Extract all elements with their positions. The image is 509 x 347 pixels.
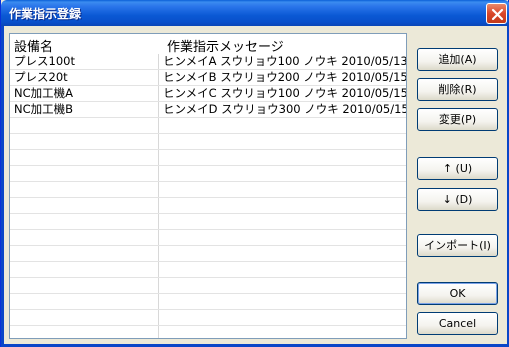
list-item[interactable] (10, 150, 406, 166)
list-item[interactable] (10, 134, 406, 150)
list-item[interactable] (10, 198, 406, 214)
list-item[interactable] (10, 230, 406, 246)
message-cell: ヒンメイD スウリョウ300 ノウキ 2010/05/15 (163, 102, 407, 116)
ok-button[interactable]: OK (417, 282, 498, 305)
equipment-cell: プレス20t (14, 70, 68, 84)
close-icon (491, 8, 504, 21)
column-header-message[interactable]: 作業指示メッセージ (167, 36, 284, 55)
instruction-list[interactable]: 設備名 作業指示メッセージ プレス100t ヒンメイA スウリョウ100 ノウキ … (9, 33, 407, 339)
list-rows: プレス100t ヒンメイA スウリョウ100 ノウキ 2010/05/13 プレス2… (10, 54, 406, 338)
import-button[interactable]: インポート(I) (417, 234, 498, 257)
list-item[interactable] (10, 118, 406, 134)
message-cell: ヒンメイA スウリョウ100 ノウキ 2010/05/13 (163, 54, 407, 68)
list-item[interactable] (10, 182, 406, 198)
message-cell: ヒンメイC スウリョウ100 ノウキ 2010/05/15 (163, 86, 407, 100)
add-button[interactable]: 追加(A) (417, 48, 498, 71)
title-bar[interactable]: 作業指示登録 (1, 0, 509, 26)
cancel-button[interactable]: Cancel (417, 312, 498, 335)
dialog-window: 作業指示登録 設備名 作業指示メッセージ プレス100t ヒンメイA スウリョウ1… (0, 0, 509, 347)
equipment-cell: NC加工機B (14, 102, 74, 116)
list-item[interactable]: NC加工機A ヒンメイC スウリョウ100 ノウキ 2010/05/15 (10, 86, 406, 102)
list-item[interactable] (10, 278, 406, 294)
list-item[interactable]: プレス20t ヒンメイB スウリョウ200 ノウキ 2010/05/15 (10, 70, 406, 86)
list-item[interactable] (10, 294, 406, 310)
list-item[interactable] (10, 262, 406, 278)
equipment-cell: NC加工機A (14, 86, 73, 100)
move-down-button[interactable]: ↓ (D) (417, 188, 498, 211)
list-item[interactable] (10, 310, 406, 326)
list-item[interactable] (10, 246, 406, 262)
list-item[interactable] (10, 166, 406, 182)
list-item[interactable]: プレス100t ヒンメイA スウリョウ100 ノウキ 2010/05/13 (10, 54, 406, 70)
move-up-button[interactable]: ↑ (U) (417, 157, 498, 180)
change-button[interactable]: 変更(P) (417, 108, 498, 131)
list-header: 設備名 作業指示メッセージ (10, 34, 406, 55)
close-button[interactable] (486, 3, 507, 24)
equipment-cell: プレス100t (14, 54, 75, 68)
list-item[interactable] (10, 326, 406, 338)
list-item[interactable] (10, 214, 406, 230)
delete-button[interactable]: 削除(R) (417, 78, 498, 101)
message-cell: ヒンメイB スウリョウ200 ノウキ 2010/05/15 (163, 70, 407, 84)
column-header-equipment[interactable]: 設備名 (14, 36, 53, 55)
list-item[interactable]: NC加工機B ヒンメイD スウリョウ300 ノウキ 2010/05/15 (10, 102, 406, 118)
window-title: 作業指示登録 (9, 7, 82, 21)
